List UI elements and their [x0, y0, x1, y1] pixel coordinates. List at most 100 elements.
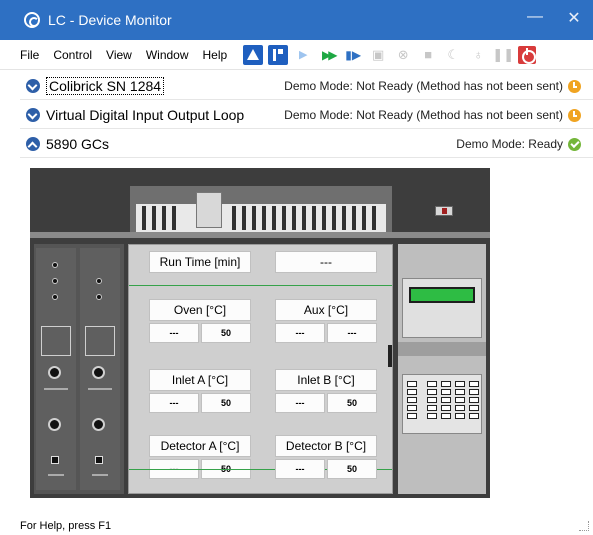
vent-slot [152, 206, 156, 230]
pause-icon[interactable]: ❚❚ [492, 45, 514, 65]
key-icon [455, 397, 465, 403]
stop-icon[interactable]: ■ [418, 45, 438, 65]
status-led-icon [435, 206, 453, 216]
menu-control[interactable]: Control [53, 48, 92, 62]
app-logo-icon [24, 12, 40, 28]
key-icon [455, 413, 465, 419]
device-name: 5890 GCs [46, 135, 110, 152]
key-icon [407, 405, 417, 411]
inlet-b-actual: --- [275, 393, 325, 413]
abort-icon[interactable]: ⊗ [393, 45, 413, 65]
step-icon[interactable]: ▮▶ [343, 45, 363, 65]
sleep-icon[interactable]: ☾ [443, 45, 463, 65]
knob-icon [92, 366, 105, 379]
vent-slot [282, 206, 286, 230]
knob-icon [92, 418, 105, 431]
run-time-value: --- [275, 251, 377, 273]
key-icon [407, 397, 417, 403]
key-icon [455, 405, 465, 411]
aux-actual: --- [275, 323, 325, 343]
inlet-b-setpoint: 50 [327, 393, 377, 413]
vent-grille [136, 204, 386, 234]
key-icon [427, 405, 437, 411]
toolbar: ▶ ▶▶ ▮▶ ▣ ⊗ ■ ☾ ♁ ❚❚ [243, 44, 541, 65]
vent-slot [362, 206, 366, 230]
key-icon [407, 413, 417, 419]
key-icon [469, 389, 479, 395]
switch-icon [95, 456, 103, 464]
menu-help[interactable]: Help [203, 48, 228, 62]
clock-icon [568, 80, 581, 93]
key-icon [441, 381, 451, 387]
inlet-a-actual: --- [149, 393, 199, 413]
device-name: Virtual Digital Input Output Loop [46, 106, 245, 123]
detector-b-actual: --- [275, 459, 325, 479]
instrument-top [30, 168, 490, 178]
knob-icon [96, 278, 102, 284]
vent-slot [292, 206, 296, 230]
display-frame [402, 278, 482, 338]
vent-slot [312, 206, 316, 230]
menu-window[interactable]: Window [146, 48, 189, 62]
instrument-ledge [30, 232, 490, 238]
knob-label [88, 388, 112, 390]
resize-grip-icon[interactable] [579, 521, 589, 531]
instrument-icon[interactable] [243, 44, 264, 65]
vent-slot [322, 206, 326, 230]
chevron-up-icon[interactable] [26, 136, 40, 151]
status-text: For Help, press F1 [20, 520, 112, 532]
key-icon [469, 381, 479, 387]
device-row-5890-gcs[interactable]: 5890 GCs Demo Mode: Ready [20, 130, 593, 158]
lamp-icon[interactable]: ♁ [468, 45, 488, 65]
key-icon [455, 389, 465, 395]
menu-file[interactable]: File [20, 48, 39, 62]
switch-label [48, 474, 64, 476]
camera-icon[interactable]: ▣ [368, 45, 388, 65]
close-button[interactable]: ✕ [562, 8, 586, 28]
divider-line [129, 285, 392, 286]
power-icon[interactable] [518, 45, 537, 64]
knob-icon [48, 418, 61, 431]
detector-b-setpoint: 50 [327, 459, 377, 479]
key-icon [427, 397, 437, 403]
method-icon[interactable] [268, 44, 289, 65]
vent-slot [352, 206, 356, 230]
vent-slot [252, 206, 256, 230]
vent-slot [372, 206, 376, 230]
device-row-colibrick[interactable]: Colibrick SN 1284 Demo Mode: Not Ready (… [20, 72, 593, 100]
vent-slot [242, 206, 246, 230]
inlet-a-setpoint: 50 [201, 393, 251, 413]
gc-instrument-panel: Run Time [min] --- Oven [°C] --- 50 Aux … [30, 168, 490, 498]
device-status: Demo Mode: Not Ready (Method has not bee… [284, 78, 563, 93]
menu-view[interactable]: View [106, 48, 132, 62]
oven-label: Oven [°C] [149, 299, 251, 321]
chevron-down-icon[interactable] [26, 107, 40, 122]
gc-readout-panel: Run Time [min] --- Oven [°C] --- 50 Aux … [128, 244, 393, 494]
key-icon [441, 389, 451, 395]
window-title: LC - Device Monitor [48, 12, 172, 28]
switch-icon [51, 456, 59, 464]
key-icon [455, 381, 465, 387]
left-control-panel [34, 244, 124, 494]
knob-icon [52, 262, 58, 268]
vent-slot [262, 206, 266, 230]
switch-label [92, 474, 108, 476]
key-icon [441, 413, 451, 419]
minimize-button[interactable]: — [523, 8, 547, 26]
fast-forward-icon[interactable]: ▶▶ [318, 45, 338, 65]
oven-actual: --- [149, 323, 199, 343]
device-row-virtual-dio[interactable]: Virtual Digital Input Output Loop Demo M… [20, 101, 593, 129]
key-icon [427, 381, 437, 387]
vent-slot [142, 206, 146, 230]
key-icon [407, 389, 417, 395]
gauge-frame [85, 326, 115, 356]
lcd-display [409, 287, 475, 303]
check-icon [568, 138, 581, 151]
run-icon[interactable]: ▶ [293, 45, 313, 65]
chevron-down-icon[interactable] [26, 78, 40, 93]
instrument-body: Run Time [min] --- Oven [°C] --- 50 Aux … [30, 178, 490, 498]
knob-icon [52, 294, 58, 300]
right-keypad-panel [398, 244, 486, 494]
knob-icon [96, 294, 102, 300]
gauge-frame [41, 326, 71, 356]
